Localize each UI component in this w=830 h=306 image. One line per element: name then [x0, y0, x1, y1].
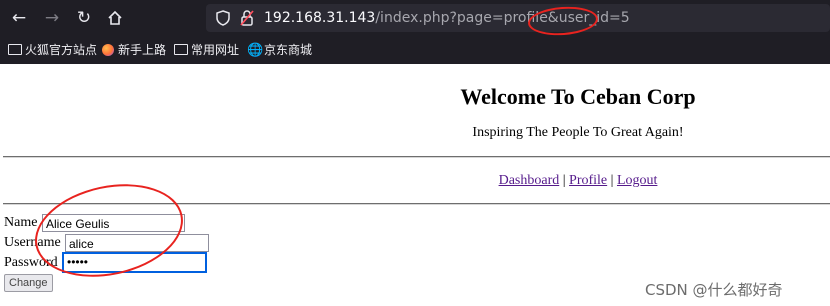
url-text[interactable]: 192.168.31.143/index.php?page=profile&us…: [264, 9, 630, 27]
password-label: Password: [4, 255, 58, 270]
profile-link[interactable]: Profile: [569, 173, 607, 188]
bookmark-item[interactable]: 🌐京东商城: [247, 41, 312, 59]
page-content: Welcome To Ceban Corp Inspiring The Peop…: [0, 64, 830, 306]
nav-separator: |: [562, 173, 566, 188]
url-host: 192.168.31.143: [264, 10, 376, 26]
horizontal-rule: [3, 156, 830, 158]
bookmark-label: 新手上路: [118, 43, 167, 57]
bookmark-label: 火狐官方站点: [25, 43, 98, 57]
shield-icon[interactable]: [214, 8, 232, 28]
page-title: Welcome To Ceban Corp: [460, 84, 696, 109]
folder-icon: [8, 41, 22, 59]
bookmark-item[interactable]: 常用网址: [174, 41, 239, 59]
folder-icon: [174, 41, 188, 59]
browser-toolbar: ← → ↻ 192.168.31.143/index.php?page=prof…: [0, 0, 830, 36]
name-field[interactable]: Alice Geulis: [42, 214, 185, 232]
page-nav: Dashboard | Profile | Logout: [0, 173, 830, 189]
password-field[interactable]: •••••: [62, 252, 207, 273]
url-bar[interactable]: 192.168.31.143/index.php?page=profile&us…: [206, 4, 830, 32]
dashboard-link[interactable]: Dashboard: [499, 173, 560, 188]
name-label: Name: [4, 215, 38, 230]
nav-separator: |: [610, 173, 614, 188]
username-label: Username: [4, 235, 61, 250]
lock-warning-icon[interactable]: [238, 8, 256, 28]
horizontal-rule: [3, 203, 830, 205]
home-icon[interactable]: [104, 7, 126, 29]
reload-icon[interactable]: ↻: [73, 7, 95, 29]
bookmark-label: 京东商城: [264, 43, 313, 57]
globe-icon: 🌐: [247, 43, 264, 58]
bookmark-label: 常用网址: [191, 43, 240, 57]
page-tagline: Inspiring The People To Great Again!: [472, 125, 684, 140]
username-field[interactable]: alice: [65, 234, 209, 252]
bookmarks-bar: 火狐官方站点 新手上路 常用网址 🌐京东商城: [0, 36, 830, 64]
arrow-left-icon[interactable]: ←: [8, 7, 30, 29]
url-path: /index.php?page=profile&user_id=5: [375, 10, 630, 26]
change-button[interactable]: Change: [4, 274, 53, 292]
logout-link[interactable]: Logout: [617, 173, 657, 188]
firefox-icon: [101, 41, 115, 59]
bookmark-item[interactable]: 火狐官方站点: [8, 41, 97, 59]
arrow-right-icon[interactable]: →: [41, 7, 63, 29]
watermark: CSDN @什么都好奇: [645, 281, 783, 299]
bookmark-item[interactable]: 新手上路: [101, 41, 166, 59]
